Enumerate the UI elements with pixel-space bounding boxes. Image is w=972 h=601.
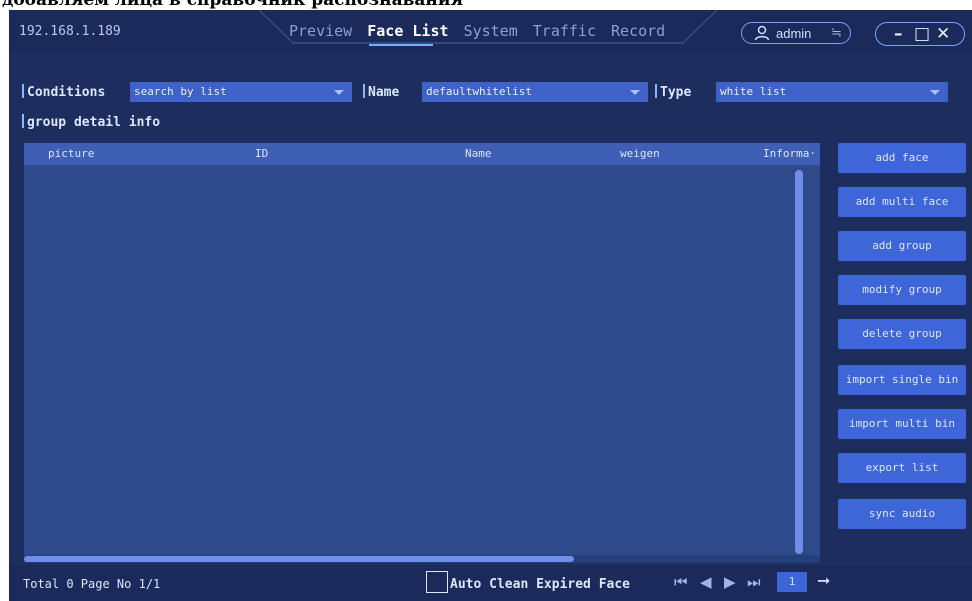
horizontal-scrollbar[interactable] <box>24 556 574 562</box>
next-page-icon[interactable]: ▶ <box>724 573 736 591</box>
footer-bar: Total 0 Page No 1/1 Auto Clean Expired F… <box>9 565 972 601</box>
active-tab-indicator <box>369 44 433 46</box>
face-table: picture ID Name weigen Informa· <box>24 143 820 563</box>
cropped-caption-text: добавляем лица в справочник распознавани… <box>2 0 464 10</box>
auto-clean-checkbox[interactable] <box>426 571 448 593</box>
window-controls: – □ ✕ <box>875 22 965 46</box>
column-name[interactable]: Name <box>465 147 492 160</box>
auto-clean-label: Auto Clean Expired Face <box>450 577 631 592</box>
first-page-icon[interactable]: ⏮ <box>674 573 688 591</box>
add-group-button[interactable]: add group <box>838 231 966 261</box>
conditions-value: search by list <box>134 85 227 98</box>
conditions-label: Conditions <box>22 84 105 100</box>
table-header: picture ID Name weigen Informa· <box>24 143 820 165</box>
username: admin <box>776 26 812 41</box>
chevron-down-icon <box>334 90 344 95</box>
name-select[interactable]: defaultwhitelist <box>422 82 648 102</box>
maximize-icon[interactable]: □ <box>914 24 930 44</box>
page-number-input[interactable]: 1 <box>777 572 807 592</box>
face-list-window: 192.168.1.189 Preview Face List System T… <box>9 10 972 601</box>
prev-page-icon[interactable]: ◀ <box>700 573 712 591</box>
add-multi-face-button[interactable]: add multi face <box>838 187 966 217</box>
main-nav: Preview Face List System Traffic Record <box>289 22 671 46</box>
vertical-scrollbar[interactable] <box>795 170 803 554</box>
name-value: defaultwhitelist <box>426 85 532 98</box>
column-id[interactable]: ID <box>255 147 268 160</box>
chevron-down-icon <box>930 90 940 95</box>
import-single-bin-button[interactable]: import single bin <box>838 365 966 395</box>
chevron-down-icon <box>630 90 640 95</box>
column-weigen[interactable]: weigen <box>620 147 660 160</box>
conditions-select[interactable]: search by list <box>130 82 352 102</box>
column-picture[interactable]: picture <box>48 147 94 160</box>
tab-record[interactable]: Record <box>611 22 665 40</box>
titlebar: 192.168.1.189 Preview Face List System T… <box>9 10 972 52</box>
device-ip: 192.168.1.189 <box>19 24 121 39</box>
import-multi-bin-button[interactable]: import multi bin <box>838 409 966 439</box>
add-face-button[interactable]: add face <box>838 143 966 173</box>
type-value: white list <box>720 85 787 98</box>
go-arrow-icon[interactable]: ➞ <box>817 571 830 590</box>
minimize-icon[interactable]: – <box>894 24 903 44</box>
tab-system[interactable]: System <box>464 22 518 40</box>
user-icon <box>754 25 770 41</box>
total-and-page-info: Total 0 Page No 1/1 <box>23 577 161 591</box>
type-select[interactable]: white list <box>716 82 948 102</box>
column-information[interactable]: Informa· <box>763 147 816 160</box>
last-page-icon[interactable]: ⏭ <box>747 573 761 591</box>
sync-audio-button[interactable]: sync audio <box>838 499 966 529</box>
type-label: Type <box>655 84 691 100</box>
tab-face-list[interactable]: Face List <box>367 22 448 40</box>
tab-traffic[interactable]: Traffic <box>533 22 596 40</box>
group-detail-label: group detail info <box>22 114 160 130</box>
switch-user-icon[interactable]: ≒ <box>831 25 842 41</box>
modify-group-button[interactable]: modify group <box>838 275 966 305</box>
user-menu[interactable]: admin ≒ <box>741 22 851 44</box>
table-body <box>24 165 820 563</box>
delete-group-button[interactable]: delete group <box>838 319 966 349</box>
search-conditions: Conditions search by list Name defaultwh… <box>22 82 972 104</box>
export-list-button[interactable]: export list <box>838 453 966 483</box>
name-label: Name <box>363 84 399 100</box>
tab-preview[interactable]: Preview <box>289 22 352 40</box>
close-icon[interactable]: ✕ <box>936 24 950 44</box>
